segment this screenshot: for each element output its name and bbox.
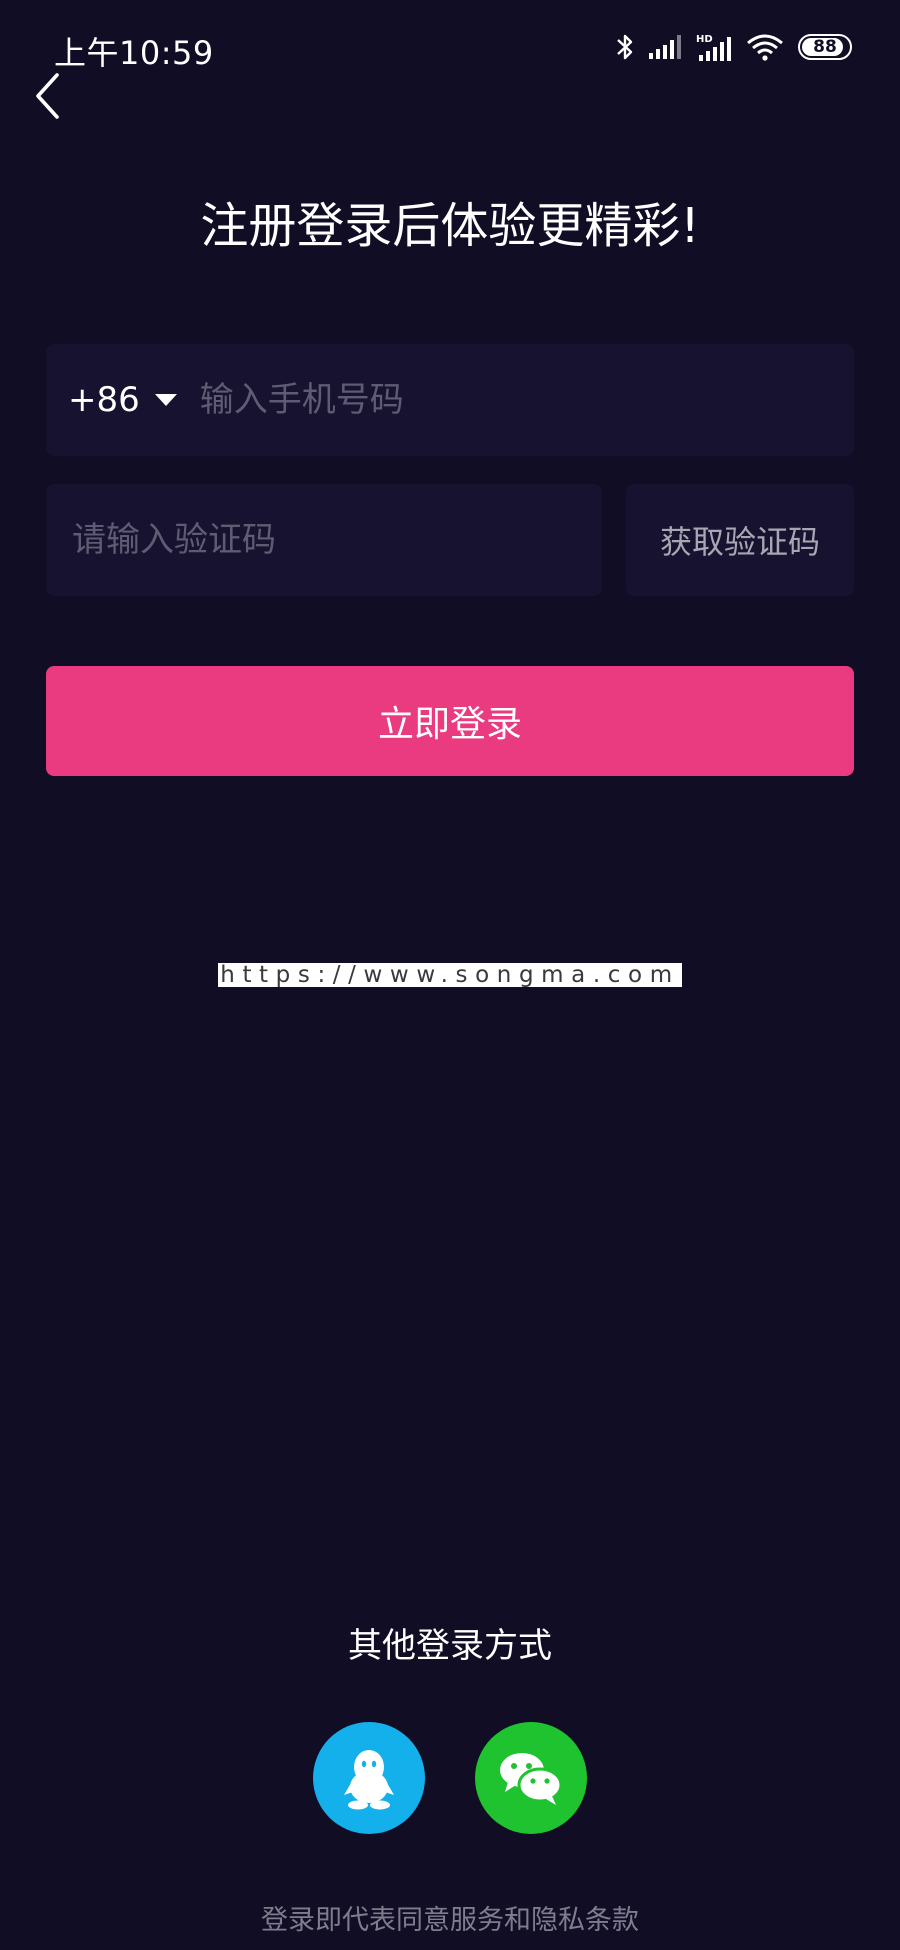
status-bar: 上午10:59 HD 88 (0, 0, 900, 96)
qq-icon (344, 1750, 394, 1810)
battery-level: 88 (813, 37, 837, 57)
status-icons: HD 88 (616, 30, 852, 64)
wechat-icon (500, 1753, 563, 1805)
chevron-left-icon (36, 73, 59, 119)
hd-signal-icon: HD (696, 34, 731, 61)
login-button[interactable]: 立即登录 (46, 666, 854, 776)
battery-icon: 88 (798, 34, 852, 60)
verification-code-input[interactable] (70, 483, 594, 597)
terms-link[interactable]: 登录即代表同意服务和隐私条款 (0, 1898, 900, 1937)
hd-label: HD (696, 34, 713, 45)
verification-code-box (46, 483, 602, 597)
back-button[interactable] (24, 68, 72, 124)
country-code-selector[interactable]: +86 (68, 344, 178, 456)
page-title: 注册登录后体验更精彩! (200, 198, 700, 254)
qq-login-button[interactable] (313, 1722, 425, 1834)
phone-input[interactable] (197, 343, 854, 457)
watermark: https://www.songma.com (218, 963, 682, 987)
other-login-label: 其他登录方式 (348, 1626, 552, 1666)
social-login-row (0, 1722, 900, 1834)
status-time: 上午10:59 (54, 34, 214, 72)
caret-down-icon (154, 394, 177, 406)
signal-icon (649, 35, 681, 59)
wechat-login-button[interactable] (475, 1722, 587, 1834)
get-code-button[interactable]: 获取验证码 (626, 484, 854, 596)
bluetooth-icon (617, 34, 633, 60)
phone-input-row: +86 (46, 343, 854, 457)
wifi-icon (747, 34, 783, 61)
country-code-label: +86 (68, 380, 140, 420)
